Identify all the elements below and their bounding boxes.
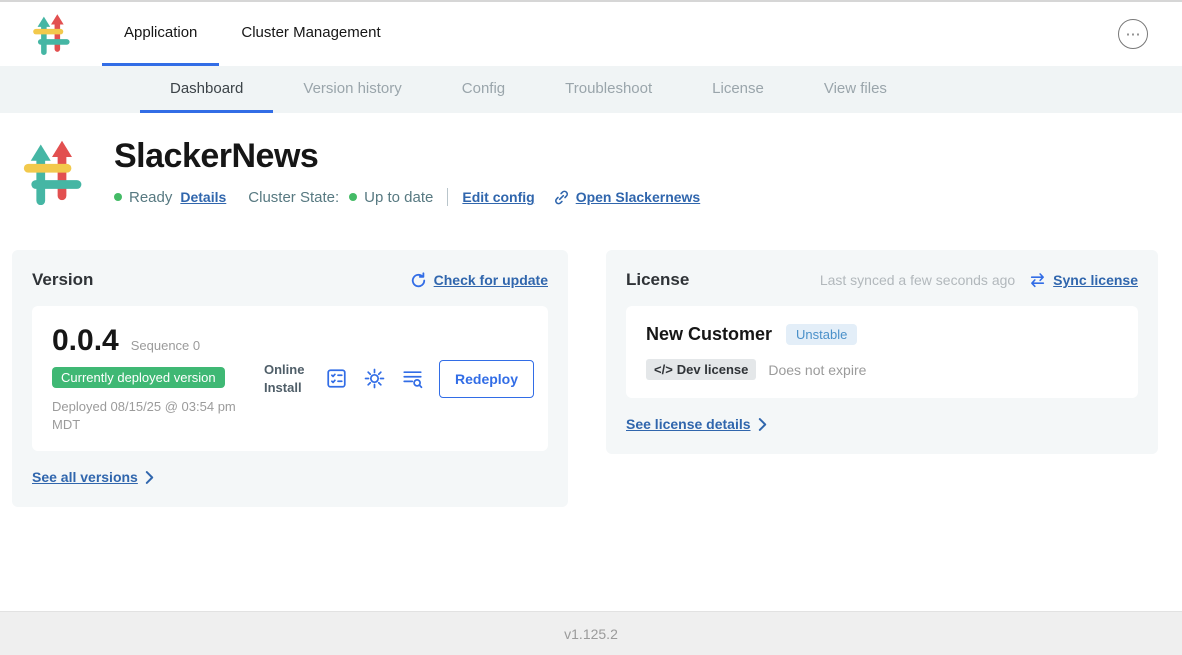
view-logs-icon[interactable] — [401, 367, 424, 390]
license-card-title: License — [626, 270, 689, 290]
app-icon — [22, 139, 84, 210]
app-subnav: Dashboard Version history Config Trouble… — [0, 66, 1182, 113]
see-license-details-link[interactable]: See license details — [626, 416, 767, 432]
sequence-label: Sequence 0 — [131, 338, 200, 353]
license-card: License Last synced a few seconds ago Sy… — [606, 250, 1158, 454]
sync-license-label: Sync license — [1053, 272, 1138, 288]
channel-badge: Unstable — [786, 324, 857, 345]
admin-console-page: Application Cluster Management ⋯ Dashboa… — [0, 0, 1182, 655]
chevron-right-icon — [758, 418, 767, 431]
app-header: SlackerNews Ready Details Cluster State:… — [12, 137, 1158, 210]
tab-cluster-management-label: Cluster Management — [241, 24, 380, 41]
header-tabs: Application Cluster Management — [102, 2, 403, 66]
license-card-header: License Last synced a few seconds ago Sy… — [626, 270, 1138, 290]
top-header: Application Cluster Management ⋯ — [0, 2, 1182, 66]
version-card: Version Check for update 0.0.4 Sequence — [12, 250, 568, 507]
check-for-update-label: Check for update — [434, 272, 548, 288]
app-status-row: Ready Details Cluster State: Up to date … — [114, 188, 700, 206]
version-number: 0.0.4 — [52, 324, 119, 358]
see-all-versions-link[interactable]: See all versions — [32, 469, 154, 485]
code-icon: </> — [654, 362, 673, 377]
see-license-details-label: See license details — [626, 416, 751, 432]
details-link[interactable]: Details — [180, 189, 226, 205]
app-title-block: SlackerNews Ready Details Cluster State:… — [114, 137, 700, 210]
tab-cluster-management[interactable]: Cluster Management — [219, 2, 402, 66]
subnav-dashboard-label: Dashboard — [170, 80, 243, 97]
link-icon — [553, 189, 570, 206]
subnav-license-label: License — [712, 80, 764, 97]
subnav-item-config[interactable]: Config — [432, 66, 535, 113]
open-app-link-label: Open Slackernews — [576, 189, 701, 205]
ellipsis-icon: ⋯ — [1126, 27, 1141, 42]
redeploy-button[interactable]: Redeploy — [439, 360, 534, 398]
subnav-item-version-history[interactable]: Version history — [273, 66, 431, 113]
check-for-update-link[interactable]: Check for update — [410, 272, 548, 289]
page-title: SlackerNews — [114, 137, 700, 176]
subnav-troubleshoot-label: Troubleshoot — [565, 80, 652, 97]
ready-status-label: Ready — [129, 189, 172, 206]
expiration-text: Does not expire — [768, 362, 866, 378]
divider — [447, 188, 448, 206]
console-footer: v1.125.2 — [0, 611, 1182, 655]
more-options-button[interactable]: ⋯ — [1118, 19, 1148, 49]
deployed-badge: Currently deployed version — [52, 367, 225, 388]
version-card-title: Version — [32, 270, 93, 290]
open-app-link[interactable]: Open Slackernews — [553, 189, 701, 206]
chevron-right-icon — [145, 471, 154, 484]
config-gear-icon[interactable] — [363, 367, 386, 390]
arrows-logo-icon — [32, 13, 70, 55]
arrows-app-icon — [22, 139, 82, 205]
main-content: SlackerNews Ready Details Cluster State:… — [0, 113, 1182, 611]
cluster-state-value: Up to date — [364, 189, 433, 206]
preflight-checks-icon[interactable] — [325, 367, 348, 390]
version-info: 0.0.4 Sequence 0 Currently deployed vers… — [52, 324, 264, 433]
deployed-timestamp: Deployed 08/15/25 @ 03:54 pm MDT — [52, 398, 252, 433]
last-synced-text: Last synced a few seconds ago — [820, 272, 1015, 288]
console-version: v1.125.2 — [564, 626, 618, 642]
see-all-versions-label: See all versions — [32, 469, 138, 485]
sync-icon — [1029, 272, 1046, 289]
refresh-icon — [410, 272, 427, 289]
version-actions: Online Install — [264, 360, 534, 398]
current-version-panel: 0.0.4 Sequence 0 Currently deployed vers… — [32, 306, 548, 451]
subnav-config-label: Config — [462, 80, 505, 97]
dashboard-cards: Version Check for update 0.0.4 Sequence — [12, 250, 1158, 507]
cluster-state-label: Cluster State: — [248, 189, 339, 206]
customer-name: New Customer — [646, 324, 772, 345]
license-type-badge: </> Dev license — [646, 359, 756, 380]
subnav-item-view-files[interactable]: View files — [794, 66, 917, 113]
subnav-view-files-label: View files — [824, 80, 887, 97]
header-spacer — [403, 2, 1118, 66]
license-details-panel: New Customer Unstable </> Dev license Do… — [626, 306, 1138, 398]
tab-application[interactable]: Application — [102, 2, 219, 66]
replicated-logo-icon — [32, 2, 72, 66]
subnav-version-history-label: Version history — [303, 80, 401, 97]
subnav-item-license[interactable]: License — [682, 66, 794, 113]
version-card-header: Version Check for update — [32, 270, 548, 290]
tab-application-label: Application — [124, 24, 197, 41]
cluster-state-dot — [349, 193, 357, 201]
edit-config-link[interactable]: Edit config — [462, 189, 534, 205]
license-type-label: Dev license — [677, 362, 749, 377]
subnav-item-troubleshoot[interactable]: Troubleshoot — [535, 66, 682, 113]
subnav-item-dashboard[interactable]: Dashboard — [140, 66, 273, 113]
ready-status-dot — [114, 193, 122, 201]
sync-license-link[interactable]: Sync license — [1029, 272, 1138, 289]
install-type-label: Online Install — [264, 361, 310, 396]
